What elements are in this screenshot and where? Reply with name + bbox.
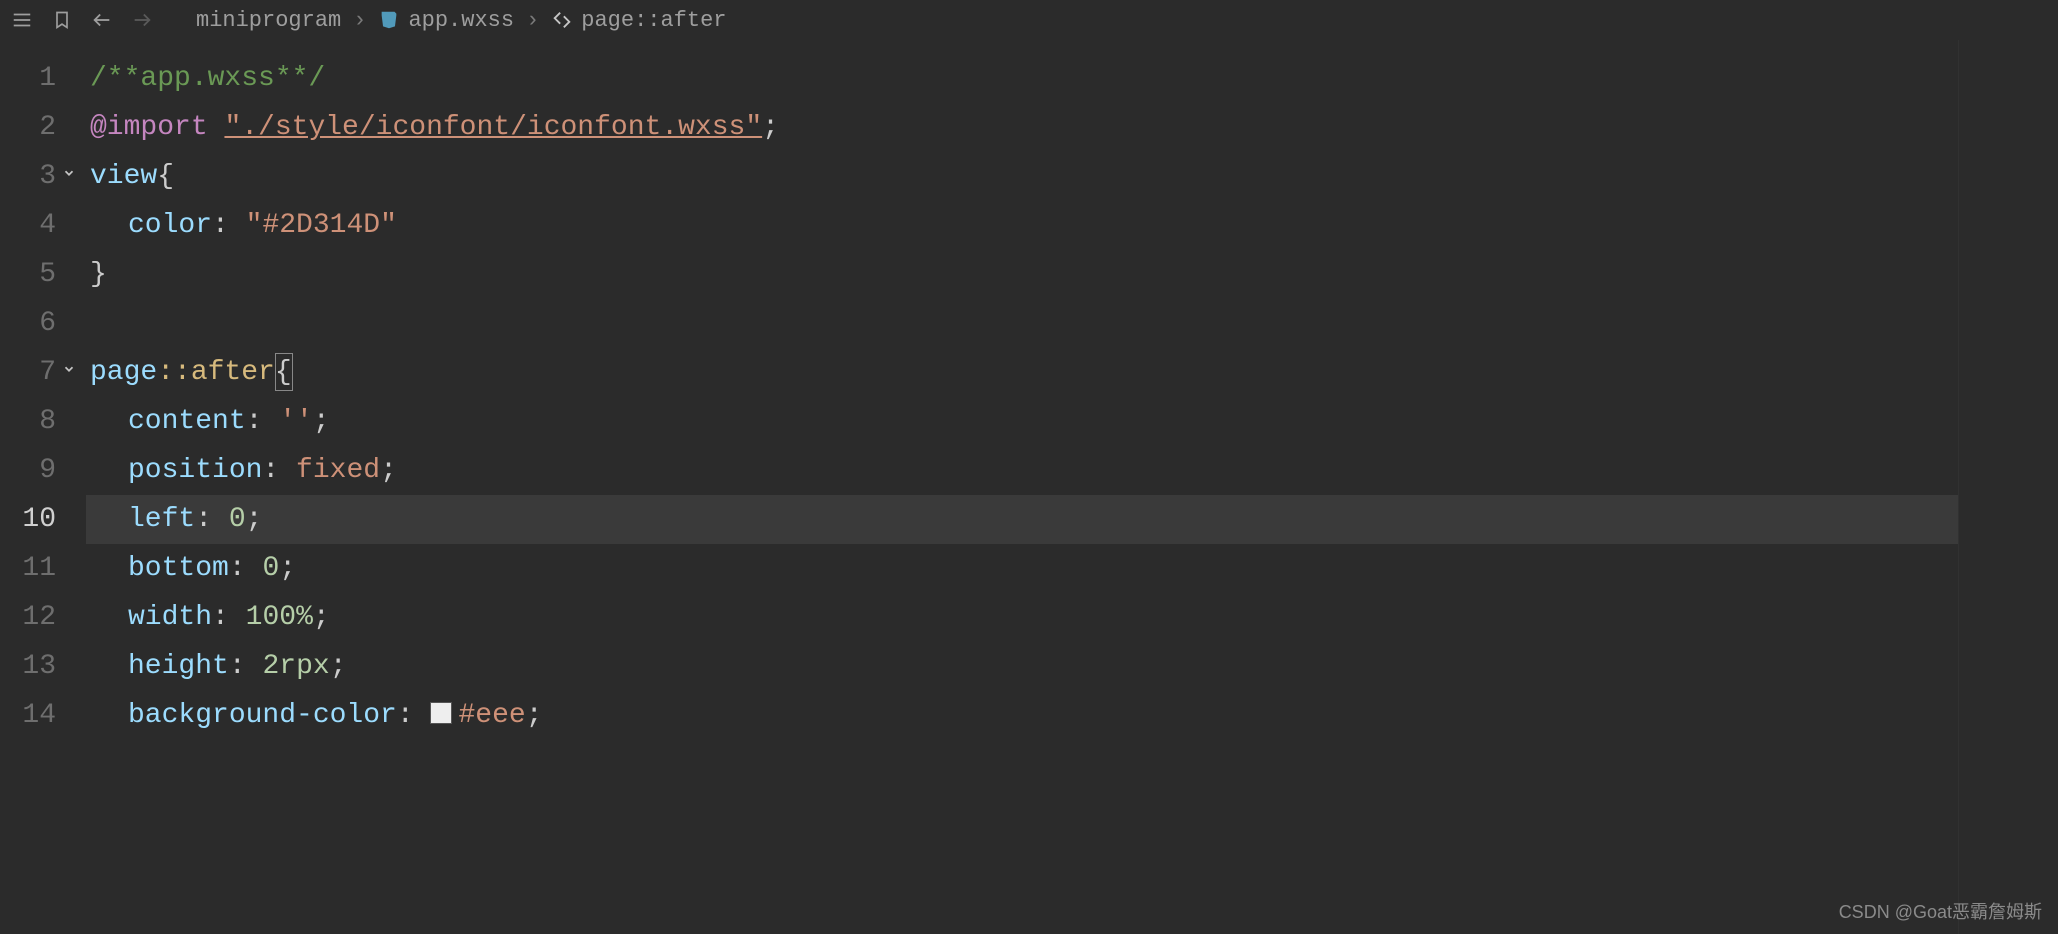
fold-toggle xyxy=(62,201,86,250)
fold-toggle xyxy=(62,544,86,593)
fold-toggle xyxy=(62,299,86,348)
code-line[interactable]: } xyxy=(86,250,1958,299)
line-number: 11 xyxy=(0,544,62,593)
breadcrumb-segment[interactable]: app.wxss xyxy=(408,8,514,33)
line-number: 7 xyxy=(0,348,62,397)
line-number: 13 xyxy=(0,642,62,691)
fold-toggle xyxy=(62,495,86,544)
code-editor[interactable]: 1234567891011121314 /**app.wxss**/@impor… xyxy=(0,40,2058,934)
chevron-right-icon: › xyxy=(349,8,370,33)
fold-toggle xyxy=(62,250,86,299)
fold-toggle[interactable] xyxy=(62,152,86,201)
line-number: 3 xyxy=(0,152,62,201)
color-swatch-icon xyxy=(430,702,452,724)
fold-gutter xyxy=(62,40,86,934)
watermark: CSDN @Goat恶霸詹姆斯 xyxy=(1839,898,2042,924)
code-line[interactable]: @import "./style/iconfont/iconfont.wxss"… xyxy=(86,103,1958,152)
code-line[interactable]: bottom: 0; xyxy=(86,544,1958,593)
code-line[interactable]: content: ''; xyxy=(86,397,1958,446)
line-number: 2 xyxy=(0,103,62,152)
line-number: 9 xyxy=(0,446,62,495)
line-number: 6 xyxy=(0,299,62,348)
minimap[interactable] xyxy=(1958,40,2058,934)
chevron-right-icon: › xyxy=(522,8,543,33)
code-line[interactable]: width: 100%; xyxy=(86,593,1958,642)
line-number: 8 xyxy=(0,397,62,446)
line-number: 14 xyxy=(0,691,62,740)
selector-icon xyxy=(551,9,573,31)
code-line[interactable]: color: "#2D314D" xyxy=(86,201,1958,250)
breadcrumb-segment[interactable]: miniprogram xyxy=(196,8,341,33)
line-number: 1 xyxy=(0,54,62,103)
code-line[interactable]: position: fixed; xyxy=(86,446,1958,495)
code-line[interactable]: /**app.wxss**/ xyxy=(86,54,1958,103)
fold-toggle xyxy=(62,691,86,740)
fold-toggle xyxy=(62,642,86,691)
code-line[interactable]: view{ xyxy=(86,152,1958,201)
line-number: 5 xyxy=(0,250,62,299)
menu-icon[interactable] xyxy=(8,6,36,34)
code-line[interactable]: height: 2rpx; xyxy=(86,642,1958,691)
fold-toggle xyxy=(62,593,86,642)
code-line[interactable]: page::after{ xyxy=(86,348,1958,397)
top-toolbar: miniprogram › app.wxss › page::after xyxy=(0,0,2058,40)
css-file-icon xyxy=(378,9,400,31)
line-number-gutter: 1234567891011121314 xyxy=(0,40,62,934)
code-line[interactable] xyxy=(86,299,1958,348)
bookmark-icon[interactable] xyxy=(48,6,76,34)
breadcrumb-segment[interactable]: page::after xyxy=(581,8,726,33)
code-area[interactable]: /**app.wxss**/@import "./style/iconfont/… xyxy=(86,40,1958,934)
line-number: 10 xyxy=(0,495,62,544)
code-line[interactable]: left: 0; xyxy=(86,495,1958,544)
fold-toggle xyxy=(62,54,86,103)
arrow-right-icon[interactable] xyxy=(128,6,156,34)
arrow-left-icon[interactable] xyxy=(88,6,116,34)
fold-toggle xyxy=(62,397,86,446)
fold-toggle xyxy=(62,446,86,495)
breadcrumb: miniprogram › app.wxss › page::after xyxy=(196,8,727,33)
fold-toggle xyxy=(62,103,86,152)
line-number: 12 xyxy=(0,593,62,642)
fold-toggle[interactable] xyxy=(62,348,86,397)
line-number: 4 xyxy=(0,201,62,250)
code-line[interactable]: background-color: #eee; xyxy=(86,691,1958,740)
